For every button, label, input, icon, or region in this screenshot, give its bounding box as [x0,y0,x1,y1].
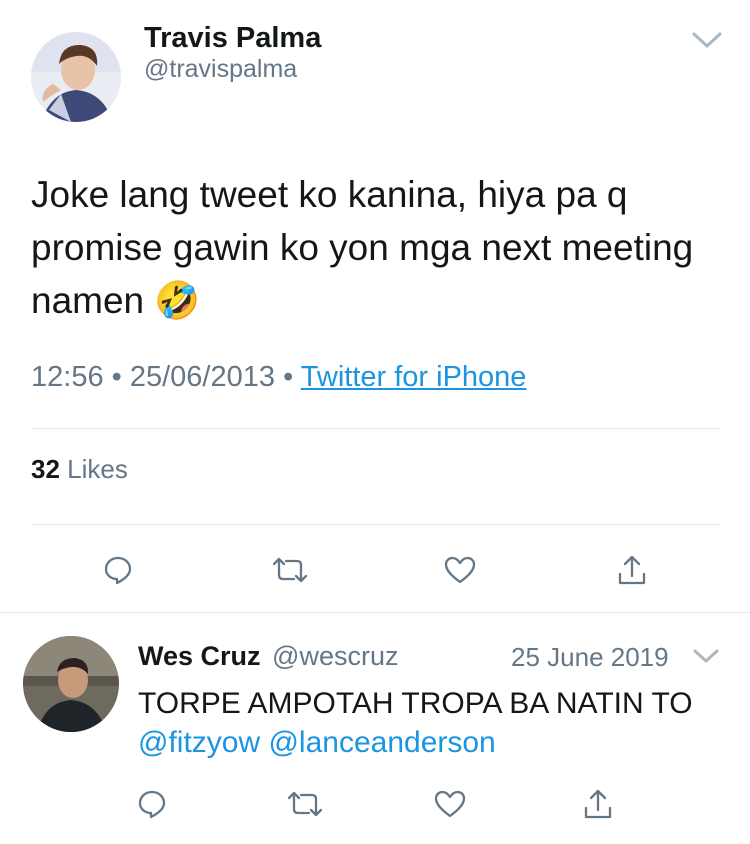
likes-count: 32 [31,454,60,484]
retweet-icon [287,791,323,817]
likes-stat[interactable]: 32 Likes [31,452,128,486]
reply-reply-button[interactable] [128,780,176,828]
meta-separator: • [111,361,122,393]
share-button[interactable] [608,546,656,594]
author-handle[interactable]: @travispalma [144,53,297,85]
tweet-time: 12:56 [31,361,104,393]
retweet-button[interactable] [266,546,314,594]
reply-menu-chevron[interactable] [692,646,720,666]
reply-retweet-button[interactable] [281,780,329,828]
reply-icon [104,556,132,585]
tweet-text: Joke lang tweet ko kanina, hiya pa q pro… [31,168,711,327]
chevron-down-icon [693,649,719,663]
divider [31,428,720,429]
reply-author-name[interactable]: Wes Cruz [138,641,261,671]
tweet-source-link[interactable]: Twitter for iPhone [301,361,527,393]
reply-button[interactable] [94,546,142,594]
retweet-icon [272,557,308,583]
likes-label: Likes [67,454,128,484]
author-name[interactable]: Travis Palma [144,20,321,56]
reply-share-button[interactable] [574,780,622,828]
reply-like-button[interactable] [426,780,474,828]
rolling-laughing-emoji: 🤣 [154,280,201,321]
tweet-text-body: Joke lang tweet ko kanina, hiya pa q pro… [31,174,694,321]
tweet-menu-chevron[interactable] [690,28,724,52]
reply-date[interactable]: 25 June 2019 [511,640,669,674]
share-icon [618,555,646,585]
tweet-date: 25/06/2013 [129,361,276,393]
divider [31,524,720,525]
heart-icon [434,790,466,818]
author-avatar[interactable] [31,32,121,122]
chevron-down-icon [692,32,722,48]
like-button[interactable] [436,546,484,594]
reply-mentions[interactable]: @fitzyow @lanceanderson [138,723,496,763]
share-icon [584,789,612,819]
heart-icon [444,556,476,584]
reply-text: TORPE AMPOTAH TROPA BA NATIN TO [138,687,693,720]
section-divider [0,612,750,613]
meta-separator: • [283,361,294,393]
reply-icon [138,790,166,819]
reply-author-handle[interactable]: @wescruz [272,641,398,671]
tweet-meta: 12:56 • 25/06/2013 • Twitter for iPhone [31,358,526,396]
reply-header: Wes Cruz @wescruz [138,639,398,673]
reply-author-avatar[interactable] [23,636,119,732]
